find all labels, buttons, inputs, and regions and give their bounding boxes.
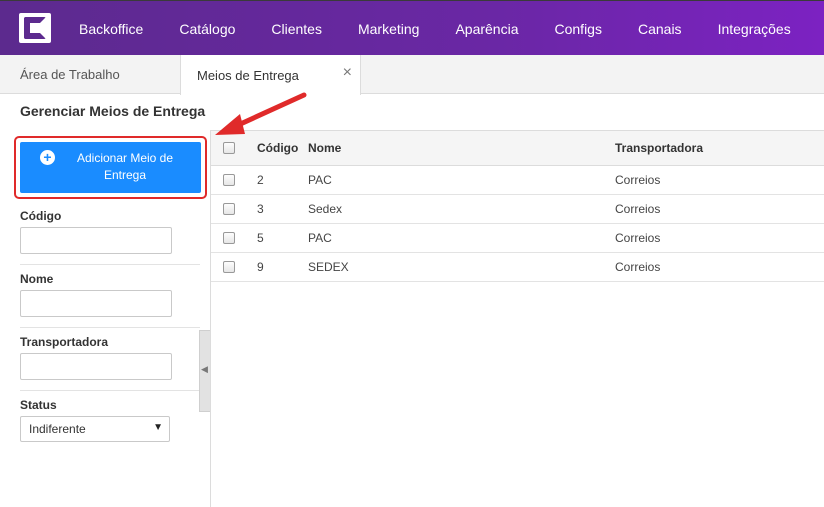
page-title: Gerenciar Meios de Entrega: [20, 103, 206, 119]
nav-item-clientes[interactable]: Clientes: [253, 21, 340, 37]
cell-code: 5: [257, 231, 264, 245]
cell-name: Sedex: [308, 202, 343, 216]
cell-carrier: Correios: [615, 202, 661, 216]
cell-name: SEDEX: [308, 260, 349, 274]
code-label: Código: [20, 209, 62, 223]
name-label: Nome: [20, 272, 54, 286]
brand-logo[interactable]: [19, 13, 51, 43]
table-row[interactable]: 2 PAC Correios: [211, 166, 824, 195]
row-check-cell: [223, 195, 235, 223]
column-header-carrier[interactable]: Transportadora: [615, 131, 703, 165]
status-selected-value: Indiferente: [29, 422, 86, 436]
status-label: Status: [20, 398, 57, 412]
close-icon[interactable]: ×: [343, 64, 352, 82]
nav-item-truncated[interactable]: Re: [809, 21, 824, 37]
code-input[interactable]: [20, 227, 172, 254]
nav-item-canais[interactable]: Canais: [620, 21, 700, 37]
add-button-label: Adicionar Meio de Entrega: [76, 151, 174, 182]
divider: [20, 264, 200, 265]
row-check-cell: [223, 224, 235, 252]
row-checkbox[interactable]: [223, 261, 235, 273]
tab-area-de-trabalho[interactable]: Área de Trabalho: [20, 55, 120, 94]
row-checkbox[interactable]: [223, 203, 235, 215]
annotation-highlight-box: + Adicionar Meio de Entrega: [14, 136, 207, 199]
row-checkbox[interactable]: [223, 232, 235, 244]
column-header-name[interactable]: Nome: [308, 131, 341, 165]
main-nav: Backoffice Catálogo Clientes Marketing A…: [61, 1, 824, 56]
nav-item-aparencia[interactable]: Aparência: [437, 21, 536, 37]
row-checkbox[interactable]: [223, 174, 235, 186]
table-row[interactable]: 9 SEDEX Correios: [211, 253, 824, 282]
cell-carrier: Correios: [615, 173, 661, 187]
nav-item-marketing[interactable]: Marketing: [340, 21, 437, 37]
tab-meios-de-entrega[interactable]: Meios de Entrega ×: [180, 55, 361, 95]
cell-name: PAC: [308, 173, 332, 187]
chevron-left-icon: ◀: [201, 364, 208, 374]
cell-name: PAC: [308, 231, 332, 245]
table-row[interactable]: 3 Sedex Correios: [211, 195, 824, 224]
divider: [20, 327, 200, 328]
column-header-code[interactable]: Código: [257, 131, 298, 165]
cell-code: 3: [257, 202, 264, 216]
add-delivery-method-button[interactable]: + Adicionar Meio de Entrega: [20, 142, 201, 193]
carrier-input[interactable]: [20, 353, 172, 380]
top-navbar: Backoffice Catálogo Clientes Marketing A…: [0, 0, 824, 55]
status-select[interactable]: Indiferente ▼: [20, 416, 170, 442]
row-check-cell: [223, 253, 235, 281]
cell-carrier: Correios: [615, 231, 661, 245]
tab-label: Meios de Entrega: [197, 67, 299, 83]
select-all-checkbox[interactable]: [223, 142, 235, 154]
nav-item-backoffice[interactable]: Backoffice: [61, 21, 161, 37]
select-all-cell: [223, 131, 235, 165]
tab-bar: Área de Trabalho Meios de Entrega ×: [0, 55, 824, 95]
caret-down-icon: ▼: [153, 422, 163, 433]
cell-carrier: Correios: [615, 260, 661, 274]
table-row[interactable]: 5 PAC Correios: [211, 224, 824, 253]
row-check-cell: [223, 166, 235, 194]
plus-circle-icon: +: [40, 150, 55, 165]
name-input[interactable]: [20, 290, 172, 317]
nav-item-integracoes[interactable]: Integrações: [700, 21, 809, 37]
filter-panel: + Adicionar Meio de Entrega: [0, 130, 210, 507]
cell-code: 2: [257, 173, 264, 187]
nav-item-configs[interactable]: Configs: [537, 21, 620, 37]
carrier-label: Transportadora: [20, 335, 109, 349]
divider: [20, 390, 200, 391]
nav-item-catalogo[interactable]: Catálogo: [161, 21, 253, 37]
cell-code: 9: [257, 260, 264, 274]
table-header: Código Nome Transportadora: [211, 130, 824, 166]
